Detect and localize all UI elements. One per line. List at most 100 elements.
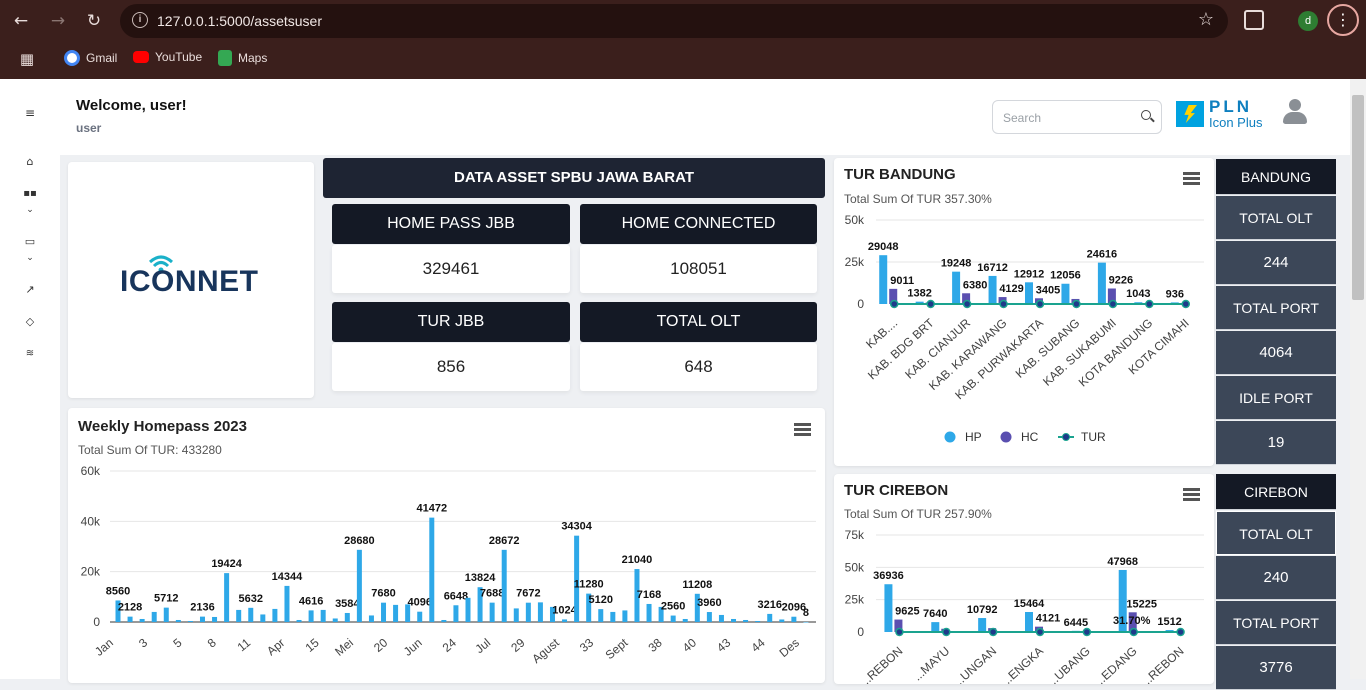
address-bar[interactable]: i 127.0.0.1:5000/assetsuser ☆ bbox=[120, 4, 1228, 38]
bar bbox=[368, 615, 374, 622]
x-tick-label: Jan bbox=[92, 636, 116, 659]
user-avatar-icon[interactable] bbox=[1282, 99, 1308, 125]
x-tick-label: Agust bbox=[529, 635, 562, 666]
bookmark-gmail[interactable]: Gmail bbox=[64, 50, 117, 66]
bookmark-maps[interactable]: Maps bbox=[218, 50, 267, 66]
bar-hp bbox=[1097, 262, 1106, 304]
x-tick-label: ...MAYU bbox=[910, 644, 952, 684]
x-tick-label: ...REBON bbox=[857, 644, 906, 684]
bar bbox=[743, 619, 749, 622]
panel-value: 240 bbox=[1216, 556, 1336, 600]
bar bbox=[393, 604, 399, 622]
x-tick-label: Jul bbox=[472, 636, 493, 657]
url-text[interactable]: 127.0.0.1:5000/assetsuser bbox=[157, 13, 322, 29]
bookmark-youtube[interactable]: YouTube bbox=[133, 50, 202, 64]
home-icon[interactable]: ⌂ bbox=[22, 154, 38, 170]
site-info-icon[interactable]: i bbox=[132, 12, 148, 28]
data-label: 4129 bbox=[999, 283, 1023, 295]
chart-line-icon[interactable]: ↗ bbox=[22, 282, 38, 298]
x-tick-label: 5 bbox=[170, 635, 184, 650]
data-label: 14344 bbox=[272, 571, 303, 583]
bar-hp bbox=[952, 271, 961, 304]
panel-label: TOTAL PORT bbox=[1216, 286, 1336, 330]
search-icon[interactable] bbox=[1141, 110, 1151, 120]
x-tick-label: 20 bbox=[371, 635, 390, 655]
profile-avatar[interactable]: d bbox=[1298, 11, 1318, 31]
legend-label: HC bbox=[1021, 430, 1039, 444]
data-label: 936 bbox=[1166, 288, 1184, 300]
data-label: 9625 bbox=[895, 606, 919, 618]
back-icon[interactable]: ← bbox=[10, 10, 32, 32]
bar bbox=[199, 616, 205, 622]
tur-point bbox=[1035, 299, 1045, 309]
panel-title: CIREBON bbox=[1216, 474, 1336, 510]
wifi-off-icon[interactable]: ≋ bbox=[22, 346, 38, 362]
browser-menu-icon[interactable]: ⋮ bbox=[1327, 4, 1359, 36]
apps-grid-icon[interactable]: ▦ bbox=[16, 48, 38, 70]
bar bbox=[175, 619, 181, 622]
bar bbox=[706, 612, 712, 622]
x-tick-label: Sept bbox=[603, 635, 631, 662]
data-label: 8560 bbox=[106, 585, 130, 597]
bookmark-label: YouTube bbox=[155, 50, 203, 64]
tur-cirebon-card: TUR CIREBON Total Sum Of TUR 257.90% 0 25… bbox=[834, 474, 1214, 684]
bar bbox=[489, 602, 495, 622]
y-tick-label: 60k bbox=[81, 464, 101, 478]
legend-marker bbox=[1000, 431, 1012, 443]
bar bbox=[381, 602, 387, 622]
bar bbox=[224, 573, 230, 622]
bar bbox=[320, 609, 326, 622]
dashboard-icon[interactable]: ▪▪ bbox=[22, 186, 38, 202]
panel-label: IDLE PORT bbox=[1216, 376, 1336, 420]
panel-value: 19 bbox=[1216, 421, 1336, 465]
extensions-icon[interactable] bbox=[1244, 10, 1264, 30]
bar-hp bbox=[1025, 282, 1033, 304]
scrollbar-thumb[interactable] bbox=[1352, 95, 1364, 300]
bar bbox=[332, 618, 338, 622]
pln-lightning-icon bbox=[1176, 101, 1204, 127]
bar bbox=[465, 597, 471, 622]
reload-icon[interactable]: ↻ bbox=[83, 10, 105, 32]
x-tick-label: 15 bbox=[302, 635, 321, 655]
bar bbox=[429, 517, 435, 622]
bookmark-star-icon[interactable]: ☆ bbox=[1198, 9, 1214, 30]
legend-marker bbox=[944, 431, 956, 443]
page-scrollbar[interactable] bbox=[1350, 79, 1366, 679]
tur-cirebon-chart: 0 25k 50k 75k 36936 9625 ...REBON 7640 ...MAYU 10… bbox=[845, 528, 1204, 684]
panel-label: TOTAL OLT bbox=[1216, 511, 1336, 555]
data-label: 28672 bbox=[489, 535, 520, 547]
data-label: 4121 bbox=[1036, 613, 1060, 625]
kpi-label: TOTAL OLT bbox=[580, 302, 817, 342]
brand-name: PLN bbox=[1209, 97, 1252, 116]
x-tick-label: 29 bbox=[508, 635, 527, 655]
forward-icon[interactable]: → bbox=[47, 10, 69, 32]
bar-hp bbox=[988, 275, 997, 304]
x-tick-label: 33 bbox=[577, 635, 596, 655]
chevron-down-icon[interactable]: ⌄ bbox=[22, 202, 38, 218]
kpi-value: 329461 bbox=[332, 245, 570, 293]
tag-icon[interactable]: ◇ bbox=[22, 314, 38, 330]
y-tick-label: 0 bbox=[857, 625, 864, 639]
brand-subname: Icon Plus bbox=[1209, 115, 1263, 130]
chevron-down-icon[interactable]: ⌄ bbox=[22, 250, 38, 266]
y-tick-label: 25k bbox=[845, 255, 865, 269]
sidebar: ≡ ⌂ ▪▪ ⌄ ▭ ⌄ ↗ ◇ ≋ bbox=[0, 79, 60, 679]
monitor-icon[interactable]: ▭ bbox=[22, 234, 38, 250]
x-tick-label: 11 bbox=[235, 635, 254, 654]
tur-point bbox=[1181, 299, 1191, 309]
data-label: 9226 bbox=[1109, 275, 1133, 287]
data-label: 1382 bbox=[907, 288, 931, 300]
bar bbox=[260, 614, 266, 622]
hamburger-menu-icon[interactable]: ≡ bbox=[22, 105, 38, 121]
data-label: 15464 bbox=[1014, 598, 1045, 610]
tur-point bbox=[926, 299, 935, 309]
data-label: 1512 bbox=[1157, 616, 1181, 628]
welcome-text: Welcome, user! bbox=[76, 97, 187, 114]
bar bbox=[212, 616, 218, 622]
data-label: 3584 bbox=[335, 598, 360, 610]
panel-label: TOTAL PORT bbox=[1216, 601, 1336, 645]
bar bbox=[779, 619, 785, 622]
search-input[interactable]: Search bbox=[992, 100, 1162, 134]
top-bar: Welcome, user! user Search PLN Icon Plus bbox=[60, 79, 1350, 155]
weekly-chart: 0 20k 40k 60k 8560 2128 5712 2136 19424 5632 14344… bbox=[81, 464, 816, 666]
